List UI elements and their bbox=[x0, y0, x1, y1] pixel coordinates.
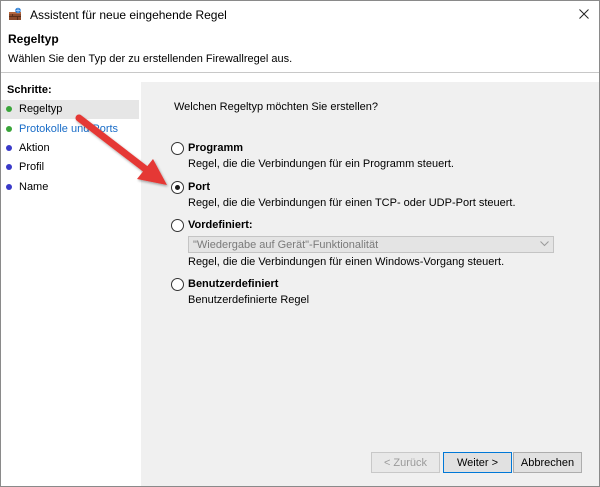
page-subtitle: Wählen Sie den Typ der zu erstellenden F… bbox=[8, 53, 293, 65]
step-profil: Profil bbox=[1, 158, 139, 177]
step-label: Name bbox=[19, 181, 49, 193]
step-status-dot bbox=[6, 164, 12, 170]
cancel-button[interactable]: Abbrechen bbox=[513, 452, 582, 473]
vordefiniert-radio[interactable] bbox=[171, 219, 184, 232]
option-description: Regel, die die Verbindungen für ein Prog… bbox=[188, 158, 454, 170]
wizard-header: Regeltyp Wählen Sie den Typ der zu erste… bbox=[1, 29, 599, 73]
steps-sidebar: Schritte: Regeltyp Protokolle und Ports … bbox=[1, 82, 139, 486]
option-description: Benutzerdefinierte Regel bbox=[188, 294, 310, 306]
step-status-dot bbox=[6, 126, 12, 132]
benutzerdefiniert-radio[interactable] bbox=[171, 278, 184, 291]
predefined-rule-select: "Wiedergabe auf Gerät"-Funktionalität bbox=[188, 236, 554, 253]
step-label: Profil bbox=[19, 161, 45, 173]
step-label: Regeltyp bbox=[19, 103, 63, 115]
step-status-dot bbox=[6, 145, 12, 151]
page-title: Regeltyp bbox=[8, 32, 59, 46]
option-label: Programm bbox=[188, 142, 244, 154]
option-description: Regel, die die Verbindungen für einen Wi… bbox=[188, 256, 505, 268]
step-aktion: Aktion bbox=[1, 139, 139, 158]
rule-type-question: Welchen Regeltyp möchten Sie erstellen? bbox=[174, 101, 379, 113]
programm-radio[interactable] bbox=[171, 142, 184, 155]
step-status-dot bbox=[6, 106, 12, 112]
close-icon bbox=[579, 9, 589, 19]
wizard-window: Assistent für neue eingehende Regel Rege… bbox=[0, 0, 600, 487]
main-content: Welchen Regeltyp möchten Sie erstellen? … bbox=[141, 82, 599, 486]
step-name: Name bbox=[1, 178, 139, 197]
option-label: Vordefiniert: bbox=[188, 219, 253, 231]
step-label: Protokolle und Ports bbox=[19, 123, 119, 135]
firewall-app-icon bbox=[9, 7, 21, 20]
option-label: Port bbox=[188, 181, 210, 193]
step-regeltyp[interactable]: Regeltyp bbox=[1, 100, 139, 119]
close-button[interactable] bbox=[573, 3, 595, 25]
title-bar: Assistent für neue eingehende Regel bbox=[1, 1, 599, 29]
step-status-dot bbox=[6, 184, 12, 190]
step-label: Aktion bbox=[19, 142, 50, 154]
next-button[interactable]: Weiter > bbox=[443, 452, 512, 473]
port-radio[interactable] bbox=[171, 181, 184, 194]
option-description: Regel, die die Verbindungen für einen TC… bbox=[188, 197, 516, 209]
option-label: Benutzerdefiniert bbox=[188, 278, 279, 290]
back-button[interactable]: < Zurück bbox=[371, 452, 440, 473]
steps-title: Schritte: bbox=[7, 84, 52, 96]
predefined-select-value: "Wiedergabe auf Gerät"-Funktionalität bbox=[193, 239, 379, 251]
window-title: Assistent für neue eingehende Regel bbox=[30, 8, 227, 22]
chevron-down-icon bbox=[540, 241, 549, 247]
step-protokolle-und-ports[interactable]: Protokolle und Ports bbox=[1, 120, 139, 139]
